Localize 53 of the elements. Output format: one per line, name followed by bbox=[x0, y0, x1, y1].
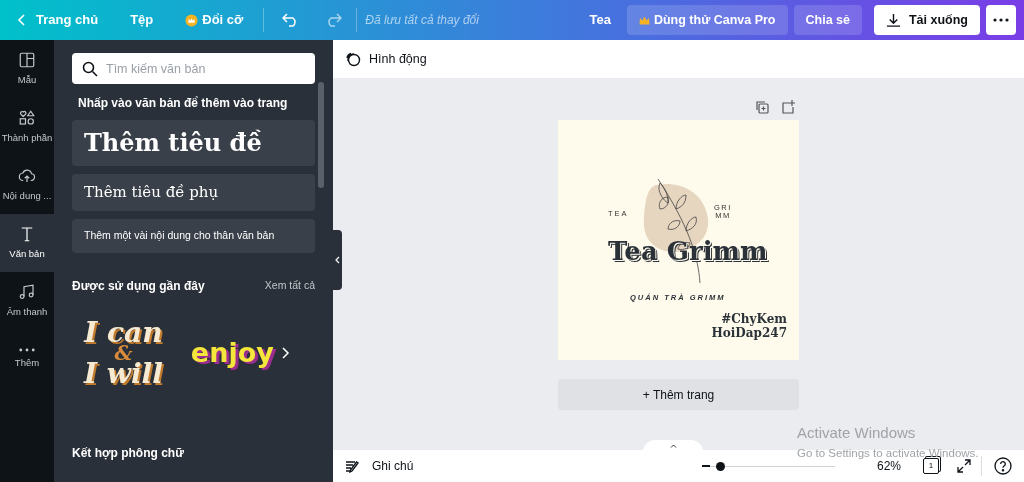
download-button[interactable]: Tải xuống bbox=[873, 5, 980, 35]
chevron-up-icon bbox=[669, 444, 677, 448]
design-tag: HoiDap247 bbox=[711, 326, 787, 341]
more-icon bbox=[19, 347, 35, 352]
share-button[interactable]: Chia sẻ bbox=[793, 5, 862, 35]
rail-item[interactable]: Nội dung ... bbox=[0, 156, 54, 214]
add-page-icon[interactable] bbox=[781, 100, 795, 114]
search-icon bbox=[82, 61, 98, 77]
animate-icon bbox=[345, 51, 361, 67]
design-title[interactable]: Tea bbox=[589, 10, 611, 30]
text-preset[interactable]: Thêm một vài nội dung cho thân văn bản bbox=[72, 219, 315, 253]
text-sticker[interactable]: enjoy bbox=[190, 333, 274, 374]
layout-icon bbox=[18, 50, 36, 69]
rail-item[interactable]: Thành phần bbox=[0, 98, 54, 156]
music-note-icon bbox=[18, 282, 36, 301]
text-preset[interactable]: Thêm tiêu đề phụ bbox=[72, 174, 315, 211]
more-button[interactable] bbox=[986, 5, 1016, 35]
notes-icon bbox=[345, 459, 360, 473]
rail-item[interactable]: Văn bản bbox=[0, 214, 54, 272]
save-status: Đã lưu tất cả thay đổi bbox=[365, 12, 479, 29]
zoom-slider[interactable] bbox=[710, 461, 835, 471]
rail-item[interactable]: Thêm bbox=[0, 330, 54, 388]
activation-notice-title: Activate Windows bbox=[797, 423, 917, 443]
text-preset[interactable]: Thêm tiêu đề bbox=[72, 120, 315, 166]
see-all-link[interactable]: Xem tất cả bbox=[264, 278, 315, 294]
panel-hint: Nhấp vào văn bản để thêm vào trang bbox=[78, 95, 289, 112]
rail-item[interactable]: Âm thanh bbox=[0, 272, 54, 330]
crown-icon bbox=[185, 13, 199, 27]
download-icon bbox=[885, 12, 901, 28]
chevron-right-icon[interactable] bbox=[281, 347, 290, 360]
more-icon bbox=[993, 18, 1009, 22]
design-title: Tea Grimm bbox=[608, 235, 768, 268]
text-sticker[interactable]: I can & I will bbox=[84, 321, 163, 386]
notes-button[interactable]: Ghi chú bbox=[345, 457, 414, 475]
design-tag: #ChyKem bbox=[721, 312, 787, 327]
section-heading: Được sử dụng gần đây bbox=[72, 278, 205, 295]
shapes-icon bbox=[18, 108, 36, 127]
duplicate-page-icon[interactable] bbox=[755, 100, 769, 114]
help-icon[interactable] bbox=[994, 457, 1012, 475]
pro-trial-button[interactable]: Dùng thử Canva Pro bbox=[626, 5, 788, 35]
back-icon bbox=[16, 14, 28, 26]
search-field[interactable]: Tìm kiếm văn bản bbox=[72, 53, 315, 84]
cloud-upload-icon bbox=[18, 166, 36, 185]
fullscreen-icon[interactable] bbox=[957, 459, 971, 473]
add-page-button[interactable]: + Thêm trang bbox=[558, 379, 799, 410]
expand-handle[interactable] bbox=[643, 440, 703, 452]
crown-icon bbox=[638, 15, 650, 25]
collapse-handle[interactable] bbox=[333, 230, 342, 290]
section-heading: Kết hợp phông chữ bbox=[72, 444, 185, 462]
rail-item[interactable]: Mẫu bbox=[0, 40, 54, 98]
page-count-button[interactable]: 1 bbox=[923, 458, 939, 474]
animate-button[interactable]: Hình động bbox=[345, 49, 427, 69]
chevron-left-icon bbox=[335, 256, 340, 264]
